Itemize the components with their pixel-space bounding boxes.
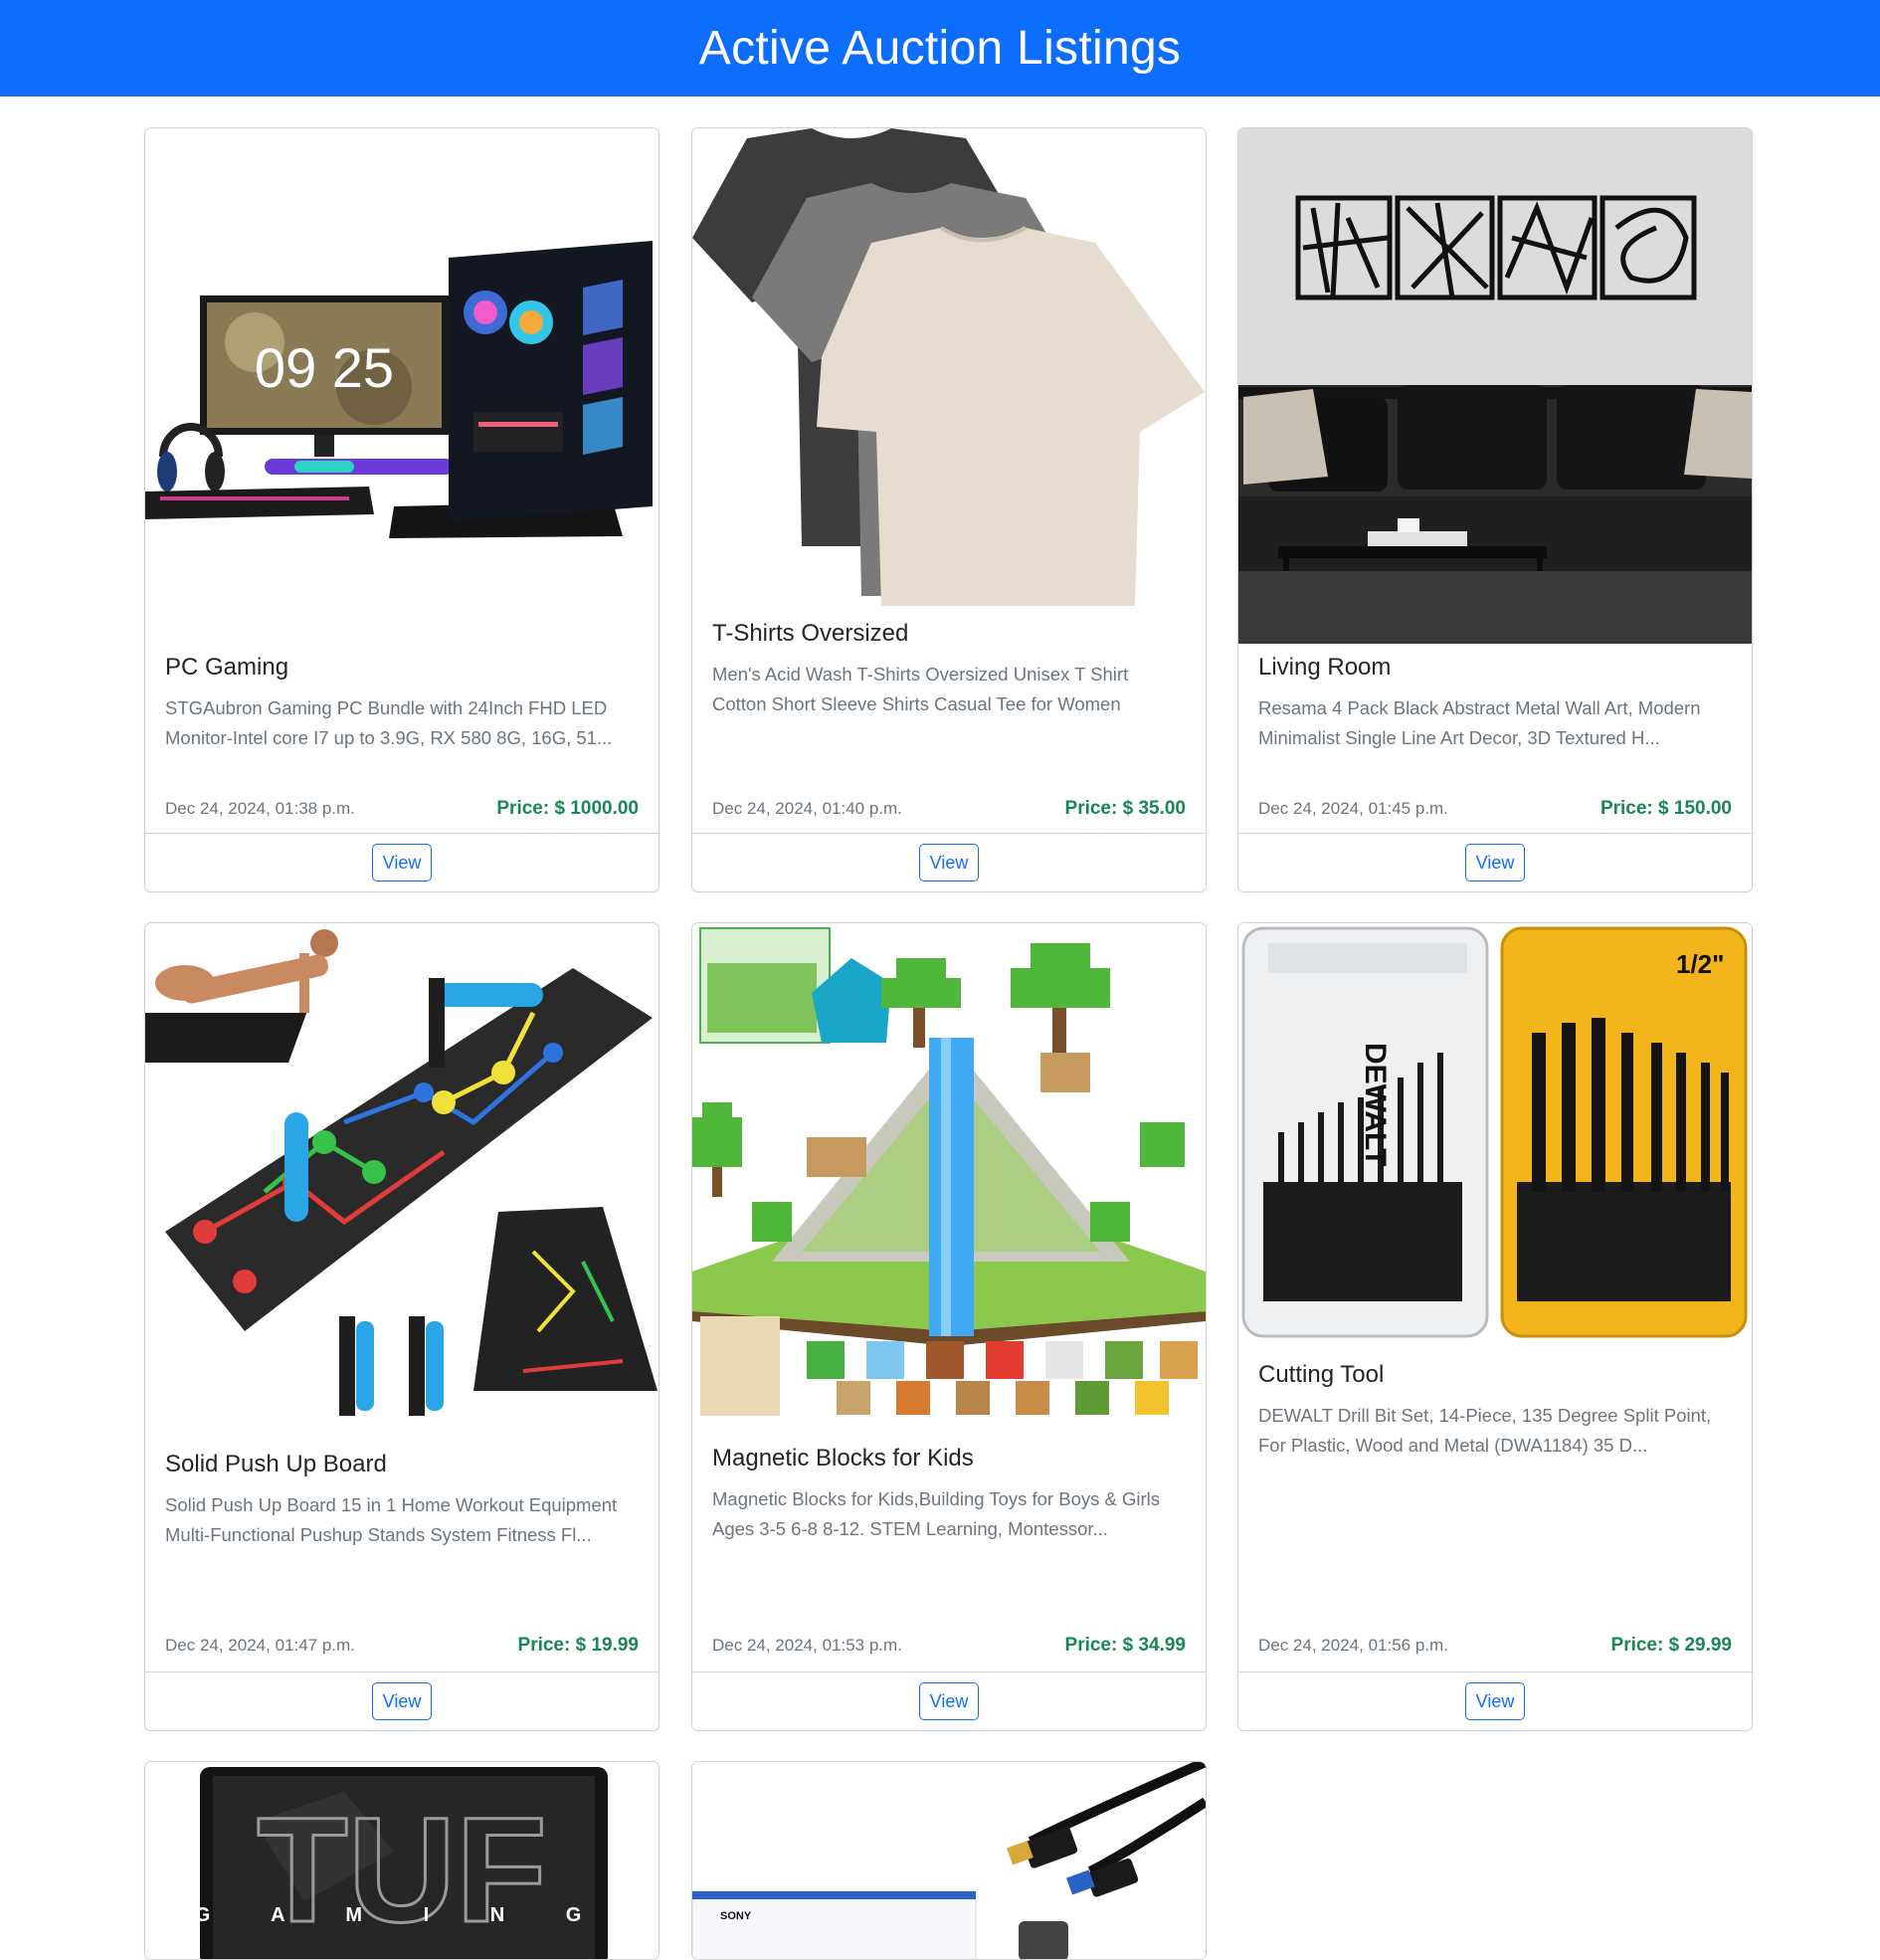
listing-date: Dec 24, 2024, 01:56 p.m. <box>1258 1636 1448 1655</box>
listing-date: Dec 24, 2024, 01:40 p.m. <box>712 799 902 818</box>
listing-price: Price: $ 1000.00 <box>496 798 639 819</box>
card-footer: View <box>1238 833 1752 891</box>
listing-date: Dec 24, 2024, 01:45 p.m. <box>1258 799 1448 818</box>
listing-price: Price: $ 29.99 <box>1610 1635 1732 1656</box>
listing-description: Resama 4 Pack Black Abstract Metal Wall … <box>1258 697 1701 748</box>
listing-image <box>692 128 1206 614</box>
laptop-subtitle-text: G A M I N G <box>195 1904 610 1926</box>
listing-date: Dec 24, 2024, 01:38 p.m. <box>165 799 355 818</box>
listing-title: Magnetic Blocks for Kids <box>712 1445 974 1471</box>
view-button[interactable]: View <box>1464 844 1526 882</box>
listing-image: TUF G A M I N G <box>145 1762 658 1959</box>
listing-title: Cutting Tool <box>1258 1361 1385 1388</box>
listing-card: Living Room Resama 4 Pack Black Abstract… <box>1237 127 1753 892</box>
listing-card: Solid Push Up Board Solid Push Up Board … <box>144 922 659 1731</box>
listing-description: Solid Push Up Board 15 in 1 Home Workout… <box>165 1494 618 1545</box>
monitor-clock-text: 09 25 <box>255 336 394 399</box>
listing-card: T-Shirts Oversized Men's Acid Wash T-Shi… <box>691 127 1207 892</box>
card-footer: View <box>692 1671 1206 1730</box>
listing-price: Price: $ 35.00 <box>1064 798 1186 819</box>
listing-date: Dec 24, 2024, 01:53 p.m. <box>712 1636 902 1655</box>
listing-price: Price: $ 34.99 <box>1064 1635 1186 1656</box>
card-footer: View <box>692 833 1206 891</box>
view-button[interactable]: View <box>371 1682 433 1720</box>
case-size-text: 1/2" <box>1676 949 1724 979</box>
listing-description: DEWALT Drill Bit Set, 14-Piece, 135 Degr… <box>1258 1405 1712 1456</box>
case-brand-text: DEWALT <box>1359 1043 1392 1166</box>
view-button[interactable]: View <box>918 1682 980 1720</box>
box-brand-text: SONY <box>720 1910 752 1922</box>
listing-title: Living Room <box>1258 654 1392 681</box>
card-footer: View <box>145 833 658 891</box>
listing-card: SONY <box>691 1761 1207 1960</box>
listing-price: Price: $ 150.00 <box>1599 798 1732 819</box>
card-footer: View <box>145 1671 658 1730</box>
listing-title: PC Gaming <box>165 654 289 681</box>
listing-image: SONY <box>692 1762 1206 1959</box>
listing-image <box>145 923 658 1431</box>
listing-image <box>1238 128 1752 644</box>
view-button[interactable]: View <box>1464 1682 1526 1720</box>
listing-image: DEWALT 1/2" <box>1238 923 1752 1341</box>
listing-description: Men's Acid Wash T-Shirts Oversized Unise… <box>712 664 1129 714</box>
laptop-logo-text: TUF <box>257 1786 547 1953</box>
listing-description: Magnetic Blocks for Kids,Building Toys f… <box>712 1488 1160 1539</box>
listing-card: DEWALT 1/2" Cutting Tool DEWALT Drill Bi… <box>1237 922 1753 1731</box>
listing-price: Price: $ 19.99 <box>517 1635 639 1656</box>
listing-card: Magnetic Blocks for Kids Magnetic Blocks… <box>691 922 1207 1731</box>
view-button[interactable]: View <box>371 844 433 882</box>
listing-date: Dec 24, 2024, 01:47 p.m. <box>165 1636 355 1655</box>
listing-card: TUF G A M I N G <box>144 1761 659 1960</box>
page-title: Active Auction Listings <box>698 22 1182 75</box>
listing-title: Solid Push Up Board <box>165 1451 387 1477</box>
page-header: Active Auction Listings <box>0 0 1880 97</box>
listing-title: T-Shirts Oversized <box>712 620 909 647</box>
listing-image <box>692 923 1206 1426</box>
view-button[interactable]: View <box>918 844 980 882</box>
listing-description: STGAubron Gaming PC Bundle with 24Inch F… <box>165 697 613 748</box>
listing-image: 09 25 <box>145 128 658 646</box>
listing-card: 09 25 PC Gaming STGAubron Gaming PC Bund… <box>144 127 659 892</box>
card-footer: View <box>1238 1671 1752 1730</box>
